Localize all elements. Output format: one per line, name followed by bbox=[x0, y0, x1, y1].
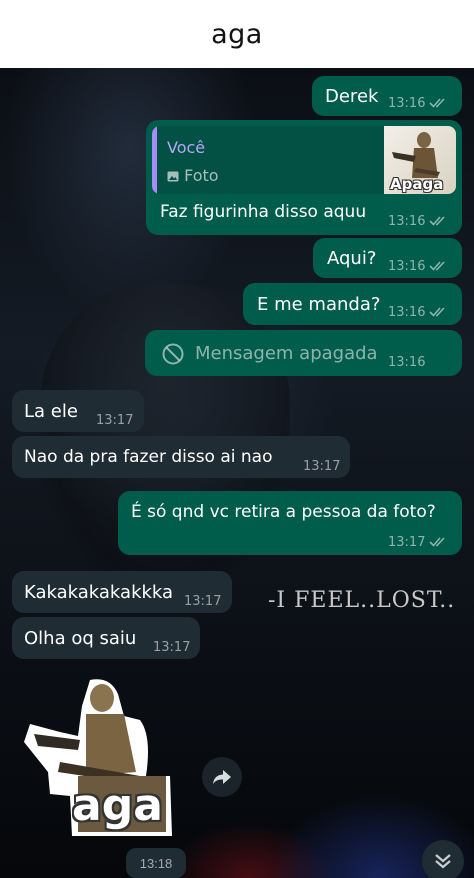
message-bubble-outgoing[interactable]: Aqui? 13:16 bbox=[313, 238, 462, 278]
wallpaper-caption: -I FEEL..LOST.. bbox=[268, 588, 456, 613]
message-bubble-outgoing[interactable]: É só qnd vc retira a pessoa da foto? 13:… bbox=[118, 491, 462, 555]
message-bubble-incoming[interactable]: La ele 13:17 bbox=[12, 390, 144, 432]
message-bubble-outgoing[interactable]: Derek 13:16 bbox=[312, 76, 462, 116]
message-text: Faz figurinha disso aquu bbox=[160, 202, 367, 222]
message-time: 13:16 bbox=[388, 96, 426, 111]
message-time: 13:17 bbox=[303, 459, 341, 474]
quote-type-label: Foto bbox=[184, 166, 219, 185]
message-text: Derek bbox=[325, 86, 379, 107]
message-text: É só qnd vc retira a pessoa da foto? bbox=[131, 502, 436, 522]
message-text: Kakakakakakkka bbox=[24, 582, 174, 603]
message-text: La ele bbox=[24, 401, 78, 422]
message-bubble-outgoing[interactable]: Você Foto Apaga Faz figurinha disso aquu bbox=[146, 120, 462, 235]
quote-author: Você bbox=[167, 138, 206, 157]
message-bubble-outgoing[interactable]: E me manda? 13:16 bbox=[243, 283, 462, 325]
image-icon bbox=[167, 171, 179, 182]
message-time: 13:16 bbox=[388, 259, 426, 274]
message-time: 13:17 bbox=[96, 413, 134, 428]
message-text: Aqui? bbox=[327, 248, 377, 269]
quote-type: Foto bbox=[167, 166, 219, 185]
quote-thumbnail: Apaga bbox=[384, 126, 456, 194]
sticker-caption: aga bbox=[72, 780, 163, 831]
message-text: E me manda? bbox=[257, 294, 381, 315]
message-time: 13:17 bbox=[388, 535, 426, 550]
chat-header: aga bbox=[0, 0, 474, 68]
chat-area[interactable]: -I FEEL..LOST.. Derek 13:16 Você Foto Ap… bbox=[0, 68, 474, 878]
double-check-icon bbox=[429, 216, 445, 226]
message-bubble-incoming[interactable]: Nao da pra fazer disso ai nao 13:17 bbox=[12, 436, 350, 478]
sticker-time: 13:18 bbox=[126, 848, 186, 878]
quote-accent-bar bbox=[152, 126, 157, 194]
chat-title[interactable]: aga bbox=[211, 19, 263, 50]
quoted-message[interactable]: Você Foto Apaga bbox=[152, 126, 456, 194]
message-time: 13:16 bbox=[388, 214, 426, 229]
message-time: 13:17 bbox=[184, 594, 222, 609]
deleted-message-text: Mensagem apagada bbox=[195, 343, 378, 364]
forward-icon bbox=[213, 770, 231, 784]
double-chevron-down-icon bbox=[435, 854, 451, 869]
forward-button[interactable] bbox=[202, 757, 242, 797]
block-icon bbox=[162, 343, 184, 365]
double-check-icon bbox=[429, 98, 445, 108]
double-check-icon bbox=[429, 261, 445, 271]
message-bubble-incoming[interactable]: Kakakakakakkka 13:17 bbox=[12, 571, 232, 613]
message-time: 13:16 bbox=[388, 305, 426, 320]
message-bubble-deleted[interactable]: Mensagem apagada 13:16 bbox=[145, 330, 462, 376]
scroll-to-bottom-button[interactable] bbox=[422, 840, 464, 878]
message-bubble-incoming[interactable]: Olha oq saiu 13:17 bbox=[12, 617, 200, 659]
sticker-message[interactable]: aga bbox=[20, 676, 180, 841]
message-text: Nao da pra fazer disso ai nao bbox=[24, 447, 273, 467]
message-time: 13:16 bbox=[388, 355, 426, 370]
message-time: 13:17 bbox=[153, 640, 191, 655]
double-check-icon bbox=[429, 537, 445, 547]
thumbnail-caption: Apaga bbox=[390, 175, 444, 193]
double-check-icon bbox=[429, 307, 445, 317]
message-text: Olha oq saiu bbox=[24, 628, 137, 649]
